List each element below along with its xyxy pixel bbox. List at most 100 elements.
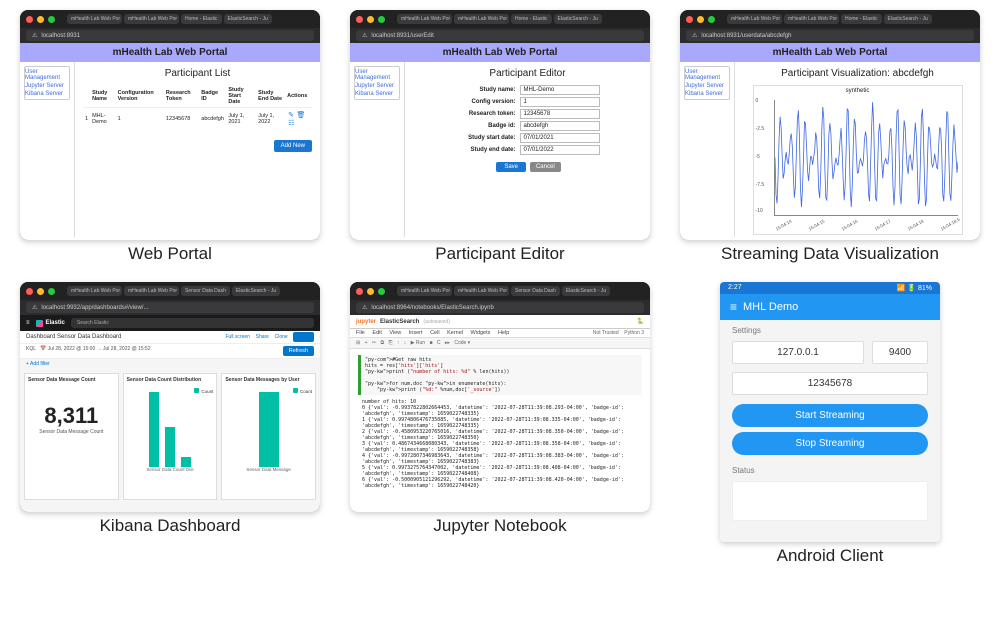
browser-tab[interactable]: mHealth Lab Web Por (727, 14, 782, 24)
maximize-icon[interactable] (378, 288, 385, 295)
minimize-icon[interactable] (697, 16, 704, 23)
view-icon[interactable]: ☷ (288, 120, 294, 127)
browser-tab[interactable]: ElasticSearch - Ju (562, 286, 610, 296)
kernel-label[interactable]: Python 3 (624, 330, 644, 336)
refresh-button[interactable]: Refresh (283, 346, 314, 356)
tool-restart[interactable]: C (437, 340, 441, 346)
nav-kibana-server[interactable]: Kibana Server (685, 90, 729, 98)
close-icon[interactable] (26, 288, 33, 295)
token-input[interactable]: 12345678 (732, 372, 928, 395)
browser-tab[interactable]: mHealth Lab Web Por (124, 286, 179, 296)
menu-kernel[interactable]: Kernel (447, 330, 463, 336)
browser-tab[interactable]: mHealth Lab Web Por (397, 14, 452, 24)
add-new-button[interactable]: Add New (274, 140, 312, 152)
nav-jupyter-server[interactable]: Jupyter Server (685, 82, 729, 90)
maximize-icon[interactable] (48, 288, 55, 295)
menu-insert[interactable]: Insert (409, 330, 423, 336)
time-range[interactable]: Jul 28, 2022 @ 15:00 → Jul 28, 2022 @ 15… (48, 346, 151, 352)
tool-down[interactable]: ↓ (404, 340, 407, 346)
tool-run[interactable]: ▶ Run (411, 340, 425, 346)
browser-tab[interactable]: mHealth Lab Web Por (67, 286, 122, 296)
nav-user-management[interactable]: User Management (25, 68, 69, 82)
input-study-name[interactable]: MHL-Demo (520, 85, 600, 95)
close-icon[interactable] (686, 16, 693, 23)
hamburger-icon[interactable]: ≡ (730, 300, 737, 314)
browser-tab[interactable]: mHealth Lab Web Por (454, 14, 509, 24)
address-bar[interactable]: ⚠localhost:9932/app/dashboards#/view/... (26, 302, 314, 313)
browser-tab[interactable]: mHealth Lab Web Por (124, 14, 179, 24)
nav-kibana-server[interactable]: Kibana Server (355, 90, 399, 98)
input-research-token[interactable]: 12345678 (520, 109, 600, 119)
tool-cut[interactable]: ✂ (372, 340, 376, 346)
browser-tab[interactable]: mHealth Lab Web Por (67, 14, 122, 24)
menu-widgets[interactable]: Widgets (471, 330, 491, 336)
browser-tab[interactable]: Sensor Data Dash (511, 286, 560, 296)
port-input[interactable]: 9400 (872, 341, 928, 364)
share-link[interactable]: Share (256, 334, 269, 340)
stop-streaming-button[interactable]: Stop Streaming (732, 432, 928, 455)
browser-tab[interactable]: ElasticSearch - Ju (884, 14, 932, 24)
edit-button[interactable]: Edit (293, 332, 314, 342)
menu-file[interactable]: File (356, 330, 365, 336)
close-icon[interactable] (356, 16, 363, 23)
nav-kibana-server[interactable]: Kibana Server (25, 90, 69, 98)
menu-help[interactable]: Help (498, 330, 509, 336)
maximize-icon[interactable] (48, 16, 55, 23)
browser-tab[interactable]: mHealth Lab Web Por (454, 286, 509, 296)
tool-stop[interactable]: ■ (429, 340, 432, 346)
add-filter-link[interactable]: + Add filter (20, 359, 320, 369)
browser-tab[interactable]: Home - Elastic (841, 14, 882, 24)
delete-icon[interactable]: 🗑 (297, 112, 306, 119)
menu-cell[interactable]: Cell (430, 330, 439, 336)
input-badge-id[interactable]: abcdefgh (520, 121, 600, 131)
nav-user-management[interactable]: User Management (355, 68, 399, 82)
start-streaming-button[interactable]: Start Streaming (732, 404, 928, 427)
address-bar[interactable]: ⚠localhost:8964/notebooks/ElasticSearch.… (356, 302, 644, 313)
input-end-date[interactable]: 07/01/2022 (520, 145, 600, 155)
menu-view[interactable]: View (389, 330, 401, 336)
browser-tab[interactable]: Sensor Data Dash (181, 286, 230, 296)
minimize-icon[interactable] (367, 288, 374, 295)
browser-tab[interactable]: ElasticSearch - Ju (224, 14, 272, 24)
nav-user-management[interactable]: User Management (685, 68, 729, 82)
tool-copy[interactable]: ⧉ (381, 340, 385, 346)
close-icon[interactable] (356, 288, 363, 295)
save-button[interactable]: Save (496, 162, 526, 172)
trusted-label[interactable]: Not Trusted (593, 330, 619, 336)
menu-icon[interactable]: ≡ (26, 320, 30, 326)
maximize-icon[interactable] (378, 16, 385, 23)
tool-add[interactable]: + (365, 340, 368, 346)
close-icon[interactable] (26, 16, 33, 23)
notebook-title[interactable]: ElasticSearch (380, 319, 419, 325)
maximize-icon[interactable] (708, 16, 715, 23)
kql-label[interactable]: KQL (26, 346, 36, 352)
tool-paste[interactable]: ⎘ (388, 340, 392, 346)
address-bar[interactable]: ⚠localhost:8931/userdata/abcdefgh (686, 30, 974, 41)
input-config-version[interactable]: 1 (520, 97, 600, 107)
edit-icon[interactable]: ✎ (288, 112, 294, 119)
fullscreen-link[interactable]: Full screen (225, 334, 249, 340)
address-bar[interactable]: ⚠localhost:8931 (26, 30, 314, 41)
browser-tab[interactable]: mHealth Lab Web Por (397, 286, 452, 296)
clone-link[interactable]: Clone (275, 334, 288, 340)
minimize-icon[interactable] (37, 288, 44, 295)
browser-tab[interactable]: Home - Elastic (511, 14, 552, 24)
code-cell[interactable]: "py-com">#Get raw hits hits = res['hits'… (358, 355, 642, 395)
nav-jupyter-server[interactable]: Jupyter Server (355, 82, 399, 90)
menu-edit[interactable]: Edit (372, 330, 381, 336)
input-start-date[interactable]: 07/01/2021 (520, 133, 600, 143)
tool-up[interactable]: ↑ (397, 340, 400, 346)
nav-jupyter-server[interactable]: Jupyter Server (25, 82, 69, 90)
ip-input[interactable]: 127.0.0.1 (732, 341, 864, 364)
search-input[interactable]: Search Elastic (71, 318, 314, 328)
browser-tab[interactable]: ElasticSearch - Ju (554, 14, 602, 24)
tool-celltype[interactable]: Code ▾ (454, 340, 470, 346)
minimize-icon[interactable] (367, 16, 374, 23)
browser-tab[interactable]: Home - Elastic (181, 14, 222, 24)
browser-tab[interactable]: mHealth Lab Web Por (784, 14, 839, 24)
browser-tab[interactable]: ElasticSearch - Ju (232, 286, 280, 296)
tool-ff[interactable]: ▸▸ (445, 340, 450, 346)
address-bar[interactable]: ⚠localhost:8931/userEdit (356, 30, 644, 41)
cancel-button[interactable]: Cancel (530, 162, 561, 172)
minimize-icon[interactable] (37, 16, 44, 23)
